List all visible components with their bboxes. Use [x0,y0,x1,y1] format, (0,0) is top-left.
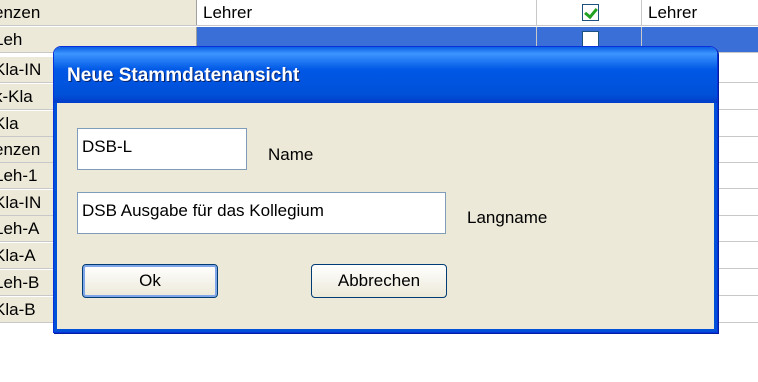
name-cell[interactable]: Lehrer [197,0,537,25]
row-header-text: Kla-A [0,246,36,265]
row-header-text: enzen [0,140,41,159]
cancel-button[interactable]: Abbrechen [311,264,447,298]
row-checkbox[interactable] [582,4,599,21]
name-label: Name [268,145,314,164]
row-header-text: enzen [0,3,41,22]
new-master-data-view-dialog: Neue Stammdatenansicht DSB-L Name DSB Au… [53,46,718,333]
langname-input[interactable]: DSB Ausgabe für das Kollegium [77,192,446,234]
langname-label: Langname [467,208,548,227]
row-header-text: Leh [0,30,23,49]
row-header-text: k-Kla [0,87,33,106]
row-header-text: Leh-B [0,273,40,292]
type-cell[interactable]: Lehrer [642,0,758,25]
dialog-frame-bottom [54,329,717,332]
row-header-text: Leh-A [0,219,40,238]
row-header-text: Kla [0,114,19,133]
dialog-titlebar[interactable]: Neue Stammdatenansicht [54,47,717,103]
row-header-text: Leh-1 [0,166,38,185]
row-header-text: Kla-IN [0,60,42,79]
dialog-body: DSB-L Name DSB Ausgabe für das Kollegium… [57,103,714,329]
row-header-cell: enzen [0,0,197,25]
ok-button[interactable]: Ok [82,264,218,298]
dialog-title: Neue Stammdatenansicht [67,65,300,86]
row-header-text: Kla-B [0,300,36,319]
name-input[interactable]: DSB-L [77,128,247,170]
row-header-text: Kla-IN [0,193,42,212]
table-row[interactable]: enzen Lehrer Lehrer [0,0,758,26]
dialog-frame-right [714,103,717,332]
